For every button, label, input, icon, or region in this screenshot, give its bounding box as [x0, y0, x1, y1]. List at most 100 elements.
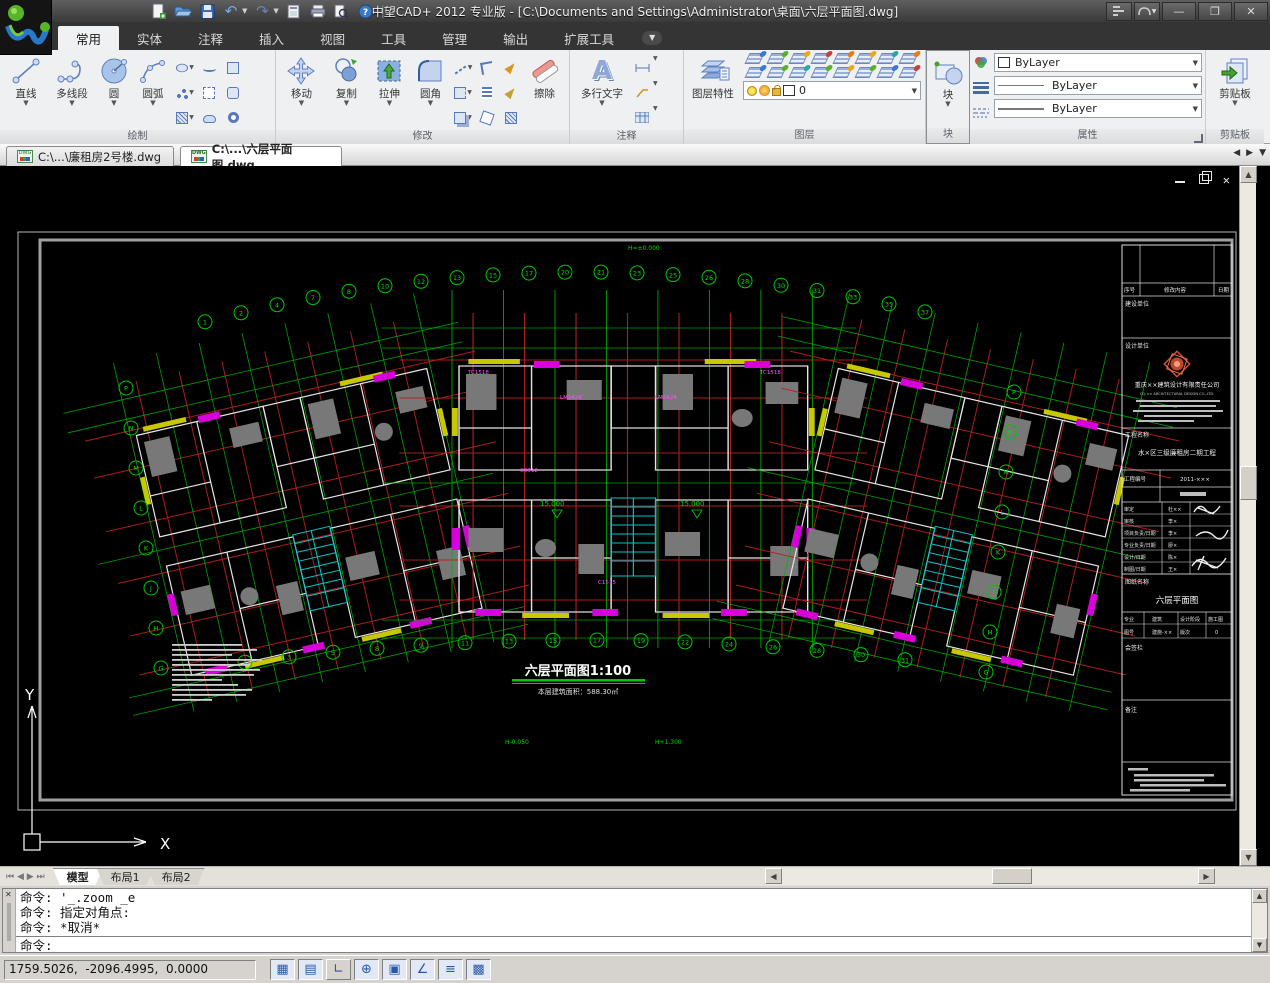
edit-hatch-icon[interactable]: [499, 105, 523, 130]
layer-tool-icon[interactable]: [898, 53, 918, 64]
dimension-caret-icon[interactable]: ▼: [653, 55, 675, 80]
align-icon[interactable]: [475, 80, 499, 105]
layer-tool-icon[interactable]: [832, 53, 852, 64]
layer-tool-icon[interactable]: [788, 53, 808, 64]
line-button[interactable]: 直线▼: [3, 53, 49, 106]
app-logo[interactable]: [0, 0, 52, 55]
donut-icon[interactable]: [221, 105, 245, 130]
tab-model[interactable]: 模型: [53, 868, 103, 885]
layer-tool-icon[interactable]: [744, 67, 764, 78]
otrack-toggle[interactable]: ∠: [410, 959, 435, 980]
doc-tab-1[interactable]: DWG C:\...\廉租房2号楼.dwg: [6, 146, 174, 166]
layer-tool-icon[interactable]: [744, 53, 764, 64]
leader-icon[interactable]: [631, 80, 653, 105]
workspace-icon[interactable]: ▼: [1134, 2, 1160, 21]
lineweight-combo[interactable]: ByLayer ▼: [994, 76, 1202, 95]
scroll-down-icon[interactable]: ▼: [1240, 849, 1257, 866]
polar-toggle[interactable]: ⊕: [354, 959, 379, 980]
hatch-icon[interactable]: ▼: [173, 105, 197, 130]
find-icon[interactable]: [333, 3, 351, 19]
move-button[interactable]: 移动▼: [279, 53, 324, 106]
minimize-button[interactable]: —: [1162, 2, 1196, 21]
close-button[interactable]: ✕: [1234, 2, 1268, 21]
doc-list-icon[interactable]: ▼: [1259, 148, 1266, 158]
save-icon[interactable]: [198, 3, 216, 19]
scroll-up-icon[interactable]: ▲: [1240, 166, 1257, 183]
boundary-icon[interactable]: [221, 80, 245, 105]
layer-tool-icon[interactable]: [810, 53, 830, 64]
mirror-icon[interactable]: ▼: [451, 80, 475, 105]
stretch-button[interactable]: 拉伸▼: [369, 53, 410, 106]
layer-tool-icon[interactable]: [854, 53, 874, 64]
layer-tool-icon[interactable]: [810, 67, 830, 78]
scroll-left-icon[interactable]: ◀: [765, 868, 782, 884]
print-icon[interactable]: [309, 3, 327, 19]
restore-button[interactable]: ❐: [1198, 2, 1232, 21]
lineweight-icon[interactable]: [973, 79, 989, 98]
command-scrollbar[interactable]: ▲ ▼: [1251, 889, 1267, 952]
linetype-icon[interactable]: [973, 104, 989, 123]
layer-tool-icon[interactable]: [898, 67, 918, 78]
help-icon[interactable]: ?: [357, 3, 375, 19]
vertical-scrollbar[interactable]: ▲ ▼: [1239, 166, 1256, 866]
dimension-icon[interactable]: [631, 55, 653, 80]
command-close-icon[interactable]: ✕: [5, 890, 12, 899]
doc-scroll-left-icon[interactable]: ◀: [1233, 148, 1240, 158]
vertical-scroll-thumb[interactable]: [1240, 466, 1257, 500]
linetype-combo[interactable]: ByLayer ▼: [994, 99, 1202, 118]
doc-close-icon[interactable]: ✕: [1223, 174, 1230, 186]
ribbon-minimize-icon[interactable]: ▼: [642, 31, 662, 45]
layer-tool-icon[interactable]: [766, 67, 786, 78]
ellipse-icon[interactable]: ▼: [173, 55, 197, 80]
layer-tool-icon[interactable]: [766, 53, 786, 64]
snap-toggle[interactable]: ▤: [298, 959, 323, 980]
ribbon-tab-entity[interactable]: 实体: [119, 26, 180, 50]
color-combo[interactable]: ByLayer ▼: [994, 53, 1202, 72]
block-button[interactable]: 块▼: [930, 54, 966, 107]
ortho-toggle[interactable]: ∟: [326, 959, 351, 980]
table-icon[interactable]: [631, 105, 653, 130]
copy-button[interactable]: 复制▼: [324, 53, 369, 106]
doc-restore-icon[interactable]: [1199, 174, 1209, 184]
layer-tool-icon[interactable]: [876, 53, 896, 64]
rectangle-icon[interactable]: [221, 55, 245, 80]
ribbon-tab-view[interactable]: 视图: [302, 26, 363, 50]
model-toggle[interactable]: ▩: [466, 959, 491, 980]
fillet-button[interactable]: 圆角▼: [410, 53, 451, 106]
layer-tool-icon[interactable]: [876, 67, 896, 78]
ribbon-tab-output[interactable]: 输出: [485, 26, 546, 50]
point-icon[interactable]: ▼: [173, 80, 197, 105]
new-file-icon[interactable]: [150, 3, 168, 19]
command-scroll-down-icon[interactable]: ▼: [1252, 938, 1267, 952]
paste-button[interactable]: 剪贴板▼: [1209, 53, 1261, 106]
tab-layout1[interactable]: 布局1: [97, 868, 154, 885]
doc-scroll-right-icon[interactable]: ▶: [1246, 148, 1253, 158]
explode-icon[interactable]: [475, 105, 499, 130]
color-wheel-icon[interactable]: [973, 54, 989, 73]
layout-nav-arrows[interactable]: ⏮ ◀ ▶ ⏭: [6, 872, 45, 882]
command-input[interactable]: 命令:: [16, 936, 1251, 954]
revision-cloud-icon[interactable]: [197, 105, 221, 130]
scroll-right-icon[interactable]: ▶: [1198, 868, 1215, 884]
layer-tool-icon[interactable]: [854, 67, 874, 78]
open-file-icon[interactable]: [174, 3, 192, 19]
horizontal-scrollbar[interactable]: ◀ ▶: [765, 868, 1215, 885]
mtext-button[interactable]: A 多行文字▼: [573, 53, 631, 106]
layer-tool-icon[interactable]: [788, 67, 808, 78]
dialog-launcher-icon[interactable]: [1194, 134, 1203, 143]
lineweight-toggle[interactable]: ≡: [438, 959, 463, 980]
layer-properties-button[interactable]: 图层特性: [687, 53, 739, 100]
undo-caret-icon[interactable]: ▼: [242, 7, 247, 15]
layer-combo[interactable]: 0 ▼: [743, 81, 921, 100]
leader-caret-icon[interactable]: ▼: [653, 80, 675, 105]
command-scroll-up-icon[interactable]: ▲: [1252, 889, 1267, 903]
redo-caret-icon[interactable]: ▼: [273, 7, 278, 15]
ribbon-tab-tools[interactable]: 工具: [363, 26, 424, 50]
ribbon-tab-insert[interactable]: 插入: [241, 26, 302, 50]
osnap-toggle[interactable]: ▣: [382, 959, 407, 980]
layer-tool-icon[interactable]: [832, 67, 852, 78]
erase-button[interactable]: 擦除: [523, 53, 566, 100]
toolbar-style-button[interactable]: [1106, 2, 1132, 21]
tab-layout2[interactable]: 布局2: [148, 868, 205, 885]
circle-button[interactable]: 圆▼: [95, 53, 133, 106]
